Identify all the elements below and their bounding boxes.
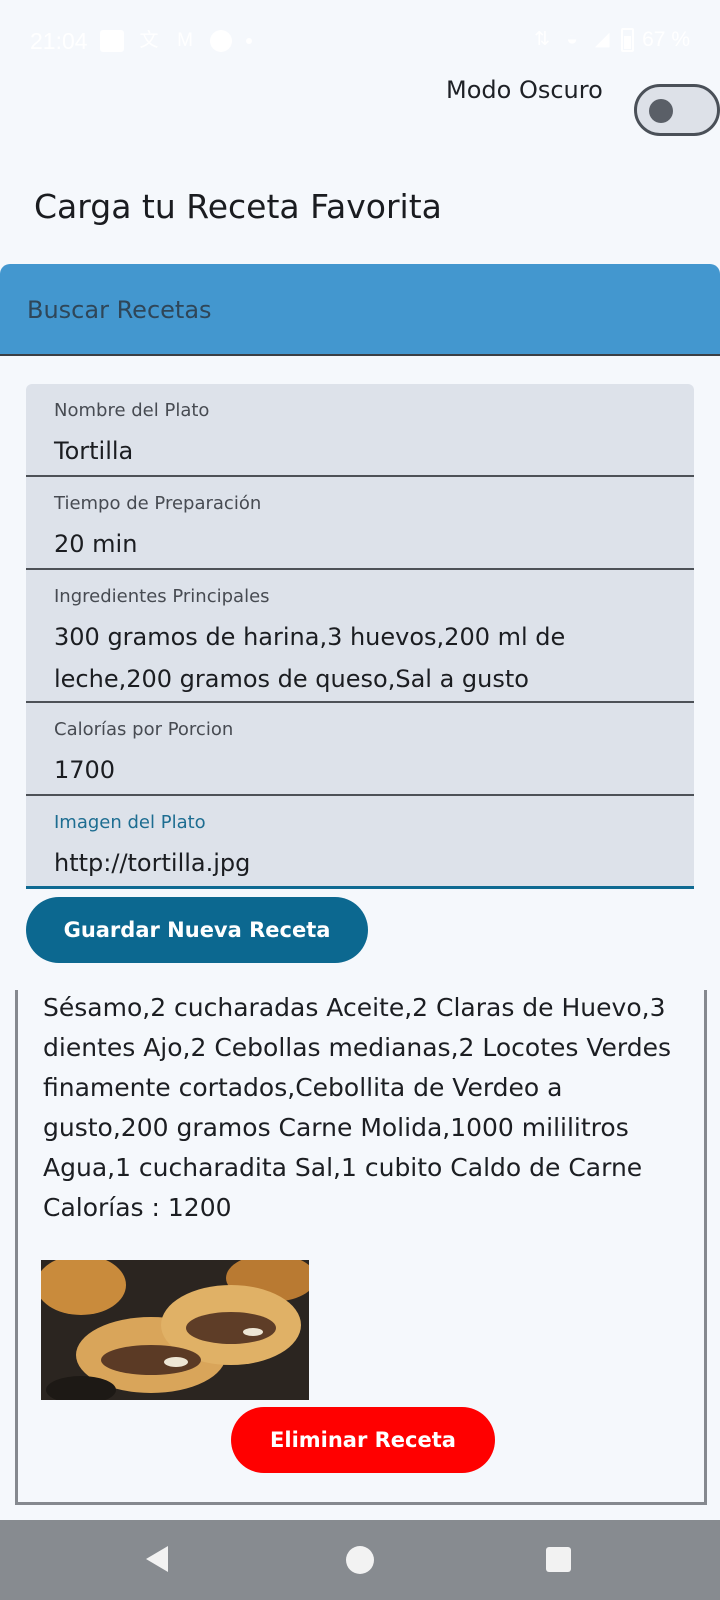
dish-name-value: Tortilla — [54, 437, 134, 465]
main-ingredients-value: 300 gramos de harina,3 huevos,200 ml de … — [54, 623, 566, 693]
prep-time-value: 20 min — [54, 530, 138, 558]
gallery-notification-icon — [100, 30, 124, 52]
dark-mode-toggle[interactable] — [634, 84, 720, 136]
recipe-photo — [41, 1260, 309, 1400]
translate-notification-icon: 文 — [139, 30, 159, 51]
empanadas-image — [41, 1260, 309, 1400]
recipe-calories-text: Calorías : 1200 — [43, 1193, 232, 1222]
gmail-notification-icon: M — [177, 30, 193, 51]
recents-icon[interactable] — [546, 1547, 571, 1572]
toggle-knob — [649, 99, 673, 123]
main-ingredients-field[interactable]: Ingredientes Principales 300 gramos de h… — [26, 570, 694, 703]
back-icon[interactable] — [146, 1546, 168, 1572]
page-title: Carga tu Receta Favorita — [34, 187, 442, 226]
search-recipes-label: Buscar Recetas — [27, 296, 212, 324]
home-icon[interactable] — [346, 1546, 374, 1574]
prep-time-label: Tiempo de Preparación — [54, 493, 262, 514]
prep-time-field[interactable]: Tiempo de Preparación 20 min — [26, 477, 694, 570]
dish-name-label: Nombre del Plato — [54, 400, 210, 421]
delete-recipe-button[interactable]: Eliminar Receta — [231, 1407, 495, 1473]
navigation-bar — [0, 1520, 720, 1600]
battery-percentage: 67 % — [642, 28, 690, 51]
signal-icon: ◢ — [594, 29, 610, 50]
dish-image-value: http://tortilla.jpg — [54, 849, 251, 877]
recipe-details: Sésamo,2 cucharadas Aceite,2 Claras de H… — [43, 988, 693, 1228]
dish-name-field[interactable]: Nombre del Plato Tortilla — [26, 384, 694, 477]
data-activity-icon: ⇅ — [534, 29, 551, 50]
recipe-card: Sésamo,2 cucharadas Aceite,2 Claras de H… — [15, 990, 707, 1505]
battery-icon — [621, 28, 635, 52]
wifi-icon: ◒ — [566, 29, 578, 50]
search-recipes-bar[interactable]: Buscar Recetas — [0, 264, 720, 356]
status-time: 21:04 — [30, 28, 88, 54]
status-bar: 21:04 文 M ⇅ ◒ ◢ 67 % — [0, 0, 720, 84]
more-notifications-icon — [246, 38, 252, 44]
recipe-ingredients-text: Sésamo,2 cucharadas Aceite,2 Claras de H… — [43, 993, 672, 1182]
calories-label: Calorías por Porcion — [54, 719, 234, 740]
dark-mode-label: Modo Oscuro — [446, 76, 603, 104]
dish-image-field[interactable]: Imagen del Plato http://tortilla.jpg — [26, 796, 694, 889]
system-icons: ⇅ ◒ ◢ 67 % — [531, 28, 690, 52]
dish-image-label: Imagen del Plato — [54, 812, 206, 833]
main-ingredients-label: Ingredientes Principales — [54, 586, 270, 607]
app-notification-icon — [210, 30, 232, 52]
calories-value: 1700 — [54, 756, 116, 784]
notification-icons: 文 M — [100, 30, 252, 52]
calories-field[interactable]: Calorías por Porcion 1700 — [26, 703, 694, 796]
save-recipe-button[interactable]: Guardar Nueva Receta — [26, 897, 368, 963]
